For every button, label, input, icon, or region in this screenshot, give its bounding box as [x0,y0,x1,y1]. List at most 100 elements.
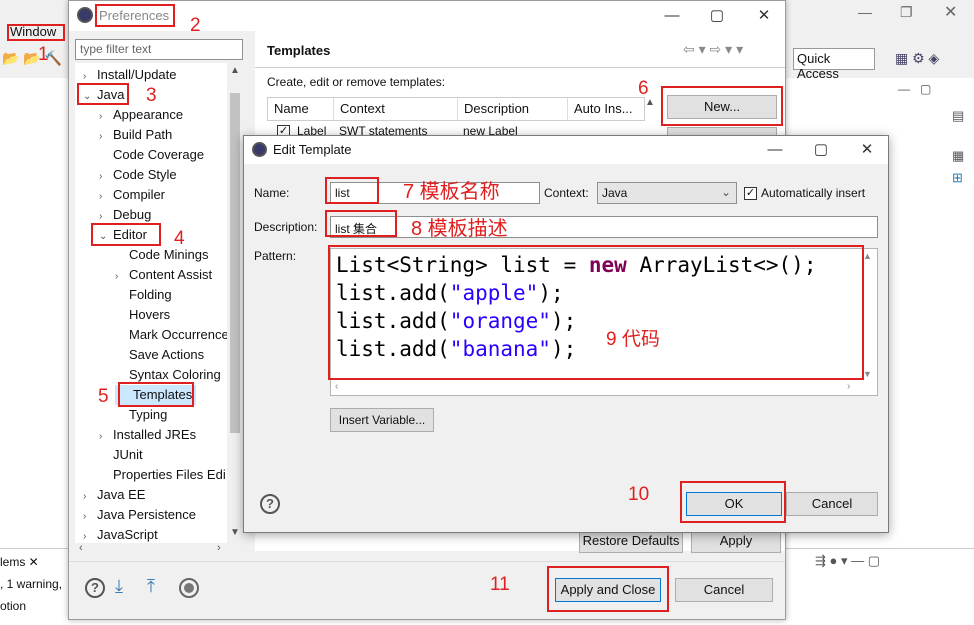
pattern-scroll-left-icon[interactable]: ‹ [335,381,338,392]
pattern-scroll-right-icon[interactable]: › [847,381,850,392]
chevron-right-icon[interactable]: › [83,507,97,527]
tree-item[interactable]: Folding [115,285,172,305]
tree-item[interactable]: › Installed JREs [99,425,196,445]
col-name[interactable]: Name [268,98,334,120]
context-label: Context: [544,186,589,200]
view-menu-icons[interactable]: ⇶ ● ▾ — ▢ [815,553,880,569]
col-auto-insert[interactable]: Auto Ins... [568,98,644,120]
scroll-up-icon[interactable]: ▲ [230,65,240,76]
chevron-right-icon[interactable]: › [115,267,129,287]
scroll-right-icon[interactable]: › [217,542,221,554]
highlight-pattern [328,245,864,380]
tree-item-label: Mark Occurrence [129,327,229,342]
chevron-right-icon[interactable]: › [99,167,113,187]
ide-close-icon[interactable]: ✕ [944,2,957,22]
scroll-down-icon[interactable]: ▼ [230,527,240,538]
maximize-icon[interactable]: ▢ [810,139,832,161]
ide-left-panel [0,78,68,548]
close-icon[interactable]: ✕ [753,5,775,27]
pattern-scroll-up-icon[interactable]: ▲ [863,251,872,261]
ide-minimize-icon[interactable]: — [858,4,872,20]
filter-input[interactable]: type filter text [75,39,243,60]
pattern-label: Pattern: [254,249,297,263]
perspective-icons[interactable]: ▦ ⚙ ◈ [895,50,939,67]
insert-variable-button[interactable]: Insert Variable... [330,408,434,432]
toolbar-icons[interactable]: 📂 📂 🔨 [2,50,66,68]
highlight-preferences-title [95,4,175,27]
auto-insert-checkbox[interactable]: ✓ [744,187,757,200]
scroll-left-icon[interactable]: ‹ [79,542,83,554]
tree-item[interactable]: › Debug [99,205,151,225]
tree-item-label: Compiler [113,187,166,202]
col-description[interactable]: Description [458,98,568,120]
tree-item-label: Syntax Coloring [129,367,221,382]
tree-item[interactable]: › Java EE [83,485,145,505]
tree-item[interactable]: › Install/Update [83,65,177,85]
chevron-right-icon[interactable]: › [99,107,113,127]
annotation-5: 5 [98,386,109,407]
maximize-icon[interactable]: ▢ [920,82,931,96]
highlight-templates [118,382,194,407]
tree-item-label: Code Coverage [113,147,205,162]
page-description: Create, edit or remove templates: [267,75,446,89]
auto-insert-label: Automatically insert [761,186,866,200]
tree-item[interactable]: Hovers [115,305,170,325]
tree-item[interactable]: Code Minings [115,245,209,265]
context-select[interactable]: Java ⌄ [597,182,737,204]
tree-item[interactable]: › Appearance [99,105,183,125]
highlight-new-button [661,86,783,126]
record-icon[interactable] [179,578,199,598]
outline-icon[interactable]: ▤ [952,108,964,124]
problems-tab[interactable]: lems ✕ [0,555,39,569]
tree-item[interactable]: Mark Occurrence [115,325,229,345]
tree-item[interactable]: › Java Persistence [83,505,196,525]
view-icon[interactable]: ▦ [952,148,964,164]
help-icon[interactable]: ? [85,578,105,598]
help-icon[interactable]: ? [260,494,280,514]
tree-item-label: JavaScript [97,527,158,542]
tree-item[interactable]: › Build Path [99,125,172,145]
dialog-titlebar: Edit Template — ▢ ✕ [244,136,888,164]
tree-item[interactable]: Typing [115,405,167,425]
minimize-icon[interactable]: — [898,82,910,96]
minimize-icon[interactable]: — [764,139,786,161]
problems-summary: , 1 warning, [0,577,63,591]
preferences-cancel-button[interactable]: Cancel [675,578,773,602]
ide-restore-icon[interactable]: ❐ [900,4,913,21]
dialog-cancel-button[interactable]: Cancel [786,492,878,516]
annotation-3: 3 [146,85,157,106]
highlight-description-field [325,210,397,237]
tree-item[interactable]: Code Coverage [99,145,204,165]
tree-item[interactable]: › Compiler [99,185,165,205]
col-context[interactable]: Context [334,98,458,120]
hierarchy-icon[interactable]: ⊞ [952,170,963,186]
pattern-scroll-down-icon[interactable]: ▼ [863,369,872,379]
page-title: Templates [267,43,331,58]
highlight-apply-close [547,566,669,612]
tree-hscrollbar[interactable]: ‹ › [75,542,243,557]
tree-scrollbar[interactable]: ▲ ▼ [227,63,243,543]
tree-item[interactable]: › Code Style [99,165,177,185]
chevron-right-icon[interactable]: › [99,187,113,207]
chevron-right-icon[interactable]: › [99,427,113,447]
maximize-icon[interactable]: ▢ [706,5,728,27]
export-icon[interactable]: ⤒ [147,576,155,597]
tree-item[interactable]: JUnit [99,445,143,465]
quick-access-field[interactable]: Quick Access [793,48,875,81]
tree-item-label: Content Assist [129,267,213,282]
tree-item-label: Save Actions [129,347,205,362]
tree-item[interactable]: Save Actions [115,345,204,365]
scroll-thumb[interactable] [230,93,240,433]
nav-arrows[interactable]: ⇦ ▾ ⇨ ▾ ▾ [683,41,743,58]
tree-item[interactable]: › JavaScript [83,525,158,543]
tree-item[interactable]: › Content Assist [115,265,212,285]
annotation-7: 7 模板名称 [403,181,500,203]
import-icon[interactable]: ⤓ [115,576,123,597]
minimize-icon[interactable]: — [661,5,683,27]
annotation-9: 9 代码 [606,329,660,350]
chevron-right-icon[interactable]: › [83,527,97,543]
chevron-right-icon[interactable]: › [99,127,113,147]
chevron-right-icon[interactable]: › [83,487,97,507]
tree-item[interactable]: Properties Files Edi [99,465,226,485]
close-icon[interactable]: ✕ [856,139,878,161]
